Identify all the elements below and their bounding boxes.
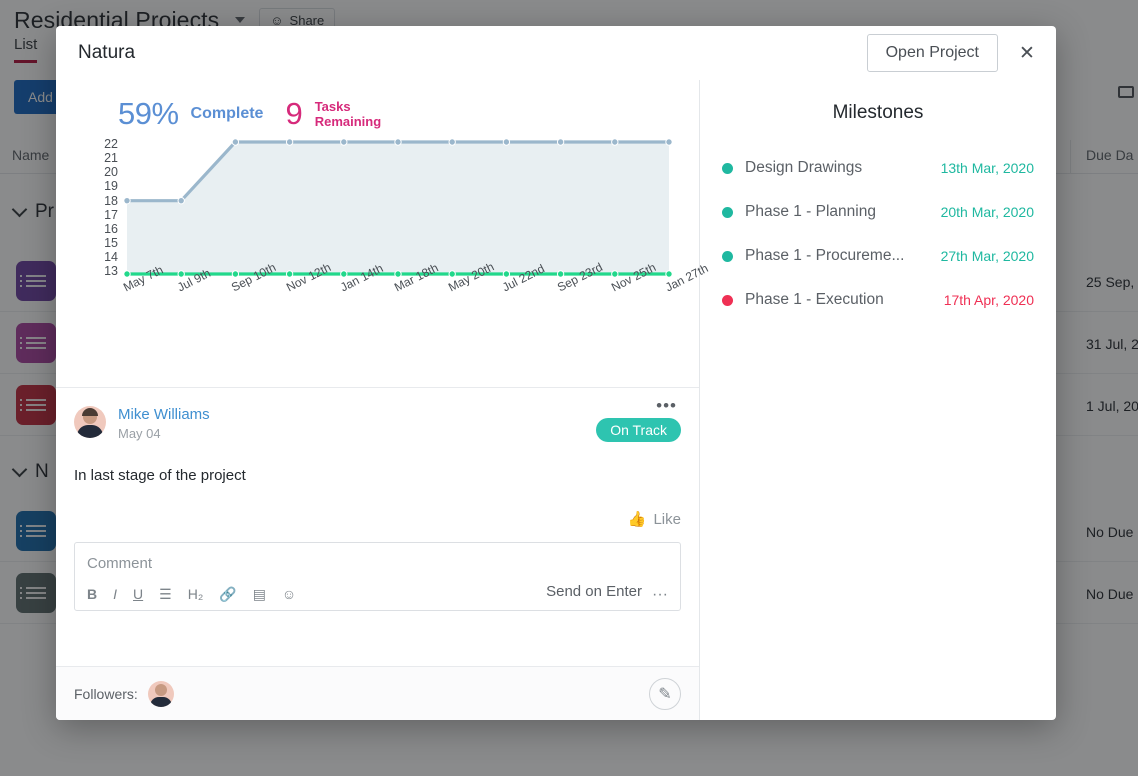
- y-tick-label: 19: [104, 180, 118, 193]
- progress-stats: 59% Complete 9 Tasks Remaining: [74, 96, 681, 132]
- milestone-name: Design Drawings: [745, 159, 929, 177]
- percent-complete-value: 59%: [118, 96, 179, 132]
- milestones-list: Design Drawings 13th Mar, 2020 Phase 1 - P…: [722, 146, 1034, 322]
- thumbs-up-icon: 👍: [628, 510, 647, 528]
- image-icon[interactable]: ▤: [253, 586, 266, 602]
- milestone-row[interactable]: Phase 1 - Execution 17th Apr, 2020: [722, 278, 1034, 322]
- burndown-chart: 22212019 181716151413 May 7thJul 9thSep 1…: [74, 138, 682, 338]
- milestone-name: Phase 1 - Procureme...: [745, 247, 929, 265]
- milestone-name: Phase 1 - Execution: [745, 291, 932, 309]
- milestone-status-dot-icon: [722, 251, 733, 262]
- chart-plot-area: [124, 138, 672, 278]
- like-button[interactable]: 👍 Like: [74, 510, 681, 528]
- milestone-status-dot-icon: [722, 207, 733, 218]
- post-author-row: Mike Williams May 04: [74, 406, 681, 441]
- milestone-date: 27th Mar, 2020: [941, 248, 1034, 264]
- modal-left-column: 59% Complete 9 Tasks Remaining 22212019 1…: [56, 80, 700, 720]
- comment-box[interactable]: Comment BIU ☰ H₂ 🔗 ▤ ☺ Send on Enter ···: [74, 542, 681, 611]
- milestone-row[interactable]: Phase 1 - Procureme... 27th Mar, 2020: [722, 234, 1034, 278]
- y-tick-label: 20: [104, 166, 118, 179]
- chart-x-axis: May 7thJul 9thSep 10thNov 12thJan 14thMa…: [124, 278, 672, 336]
- modal-header: Natura Open Project ✕: [56, 26, 1056, 80]
- y-tick-label: 18: [104, 195, 118, 208]
- milestones-panel: Milestones Design Drawings 13th Mar, 2020…: [700, 80, 1056, 720]
- open-project-button[interactable]: Open Project: [867, 34, 998, 72]
- chart-y-axis: 22212019 181716151413: [92, 138, 118, 278]
- milestone-name: Phase 1 - Planning: [745, 203, 929, 221]
- status-badge[interactable]: On Track: [596, 418, 681, 442]
- y-tick-label: 16: [104, 223, 118, 236]
- send-on-enter-button[interactable]: Send on Enter: [546, 583, 642, 600]
- follower-avatar[interactable]: [148, 681, 174, 707]
- tasks-label-line2: Remaining: [315, 114, 381, 129]
- comment-more-icon[interactable]: ···: [652, 592, 668, 598]
- underline-icon[interactable]: U: [133, 586, 143, 602]
- like-label: Like: [653, 511, 681, 528]
- milestone-date: 17th Apr, 2020: [944, 292, 1034, 308]
- heading-2-icon[interactable]: H₂: [188, 586, 204, 602]
- y-tick-label: 17: [104, 209, 118, 222]
- modal-title: Natura: [78, 42, 857, 64]
- edit-icon[interactable]: ✎: [649, 678, 681, 710]
- y-tick-label: 13: [104, 265, 118, 278]
- tasks-label-line1: Tasks: [315, 99, 351, 114]
- post-author-meta: Mike Williams May 04: [118, 406, 210, 441]
- post-more-icon[interactable]: •••: [656, 402, 677, 410]
- milestone-status-dot-icon: [722, 295, 733, 306]
- attachment-icon[interactable]: 🔗: [219, 586, 236, 602]
- post-text: In last stage of the project: [74, 467, 681, 484]
- followers-bar: Followers: ✎: [56, 666, 699, 720]
- post-author-name[interactable]: Mike Williams: [118, 406, 210, 423]
- percent-complete-label: Complete: [191, 105, 264, 123]
- milestone-status-dot-icon: [722, 163, 733, 174]
- bullet-list-icon[interactable]: ☰: [159, 586, 172, 602]
- comment-input[interactable]: Comment: [87, 555, 668, 572]
- avatar: [74, 406, 106, 438]
- post-date: May 04: [118, 426, 210, 441]
- milestone-date: 20th Mar, 2020: [941, 204, 1034, 220]
- activity-post: ••• Mike Williams May 04 On Track In las…: [56, 388, 699, 528]
- milestone-row[interactable]: Design Drawings 13th Mar, 2020: [722, 146, 1034, 190]
- y-tick-label: 22: [104, 138, 118, 151]
- y-tick-label: 15: [104, 237, 118, 250]
- milestone-row[interactable]: Phase 1 - Planning 20th Mar, 2020: [722, 190, 1034, 234]
- tasks-remaining-label: Tasks Remaining: [315, 99, 381, 129]
- italic-icon[interactable]: I: [113, 586, 117, 602]
- project-detail-modal: Natura Open Project ✕ 59% Complete 9 Tas…: [56, 26, 1056, 720]
- followers-label: Followers:: [74, 686, 138, 702]
- y-tick-label: 21: [104, 152, 118, 165]
- milestones-title: Milestones: [722, 102, 1034, 124]
- chart-svg: [124, 138, 672, 278]
- screen: Residential Projects ☺ Share List Add P …: [0, 0, 1138, 776]
- close-icon[interactable]: ✕: [1012, 38, 1042, 68]
- milestone-date: 13th Mar, 2020: [941, 160, 1034, 176]
- modal-body: 59% Complete 9 Tasks Remaining 22212019 1…: [56, 80, 1056, 720]
- y-tick-label: 14: [104, 251, 118, 264]
- bold-icon[interactable]: B: [87, 586, 97, 602]
- progress-chart-card: 59% Complete 9 Tasks Remaining 22212019 1…: [56, 80, 699, 388]
- emoji-icon[interactable]: ☺: [282, 586, 296, 602]
- tasks-remaining-value: 9: [285, 96, 302, 132]
